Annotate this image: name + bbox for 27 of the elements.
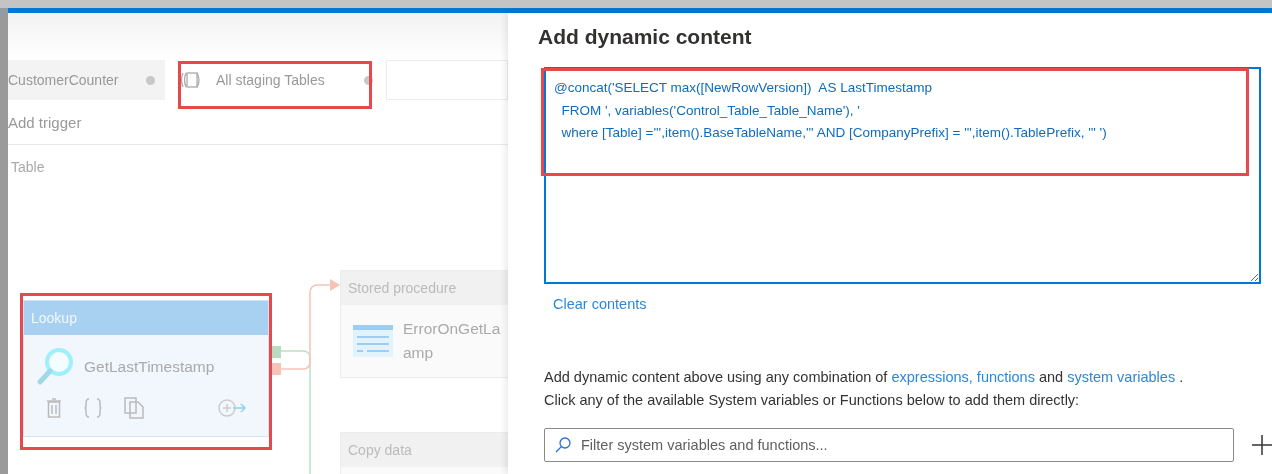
add-output-icon[interactable]: [218, 398, 246, 418]
help-text: Add dynamic content above using any combination of expressions, functions and system variables .: [544, 368, 1185, 387]
filter-field[interactable]: Filter system variables and functions...: [544, 428, 1234, 462]
breadcrumb: Table: [11, 159, 45, 175]
help-text: Click any of the available System variables or Functions below to add them directly:: [544, 391, 1081, 410]
activity-name: GetLastTimestamp: [84, 357, 215, 377]
expression-field[interactable]: @concat('SELECT max([NewRowVersion]) AS LastTimestamp FROM ', variables('Control_Table_Table_Name'), ' where [Table] =''',item().BaseTableName,''' AND [CompanyPrefix] = ''',item().TablePrefix, ''' '): [544, 67, 1261, 284]
braces-icon[interactable]: [84, 398, 102, 418]
unsaved-dot-icon: [146, 75, 155, 85]
plus-icon: [1252, 435, 1272, 455]
trash-icon[interactable]: [46, 398, 62, 418]
activity-name: ErrorOnGetLa amp: [403, 319, 501, 363]
magnifier-icon: [36, 347, 74, 387]
pipeline-icon: [180, 72, 202, 88]
clear-contents-link[interactable]: Clear contents: [553, 296, 647, 312]
pipeline-tab[interactable]: CustomerCounter: [8, 60, 165, 100]
add-trigger-button[interactable]: Add trigger: [8, 113, 82, 131]
copy-icon[interactable]: [124, 397, 144, 419]
procedure-icon: [353, 325, 393, 357]
activity-node[interactable]: Lookup GetLastTimestamp: [23, 300, 269, 437]
system-variables-link[interactable]: system variables: [1067, 369, 1176, 385]
expressions-functions-link[interactable]: expressions, functions: [891, 369, 1035, 385]
search-icon: [555, 437, 571, 453]
panel-title: Add dynamic content: [538, 25, 752, 49]
activity-type: Lookup: [31, 310, 77, 326]
empty-tab[interactable]: [386, 60, 508, 100]
add-button[interactable]: [1252, 435, 1272, 455]
